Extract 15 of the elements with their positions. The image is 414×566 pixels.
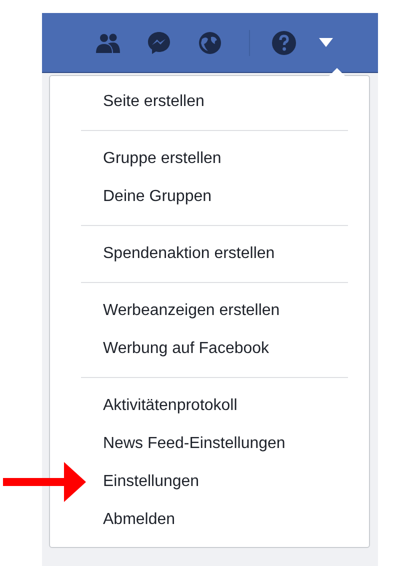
help-icon[interactable] — [272, 30, 296, 54]
menu-item[interactable]: Abmelden — [103, 511, 176, 529]
menu-item[interactable]: Deine Gruppen — [103, 188, 212, 206]
menu-item[interactable]: Aktivitätenprotokoll — [103, 397, 238, 415]
friends-icon[interactable] — [96, 32, 120, 52]
menu-item[interactable]: Spendenaktion erstellen — [103, 245, 275, 263]
menu-item[interactable]: Seite erstellen — [103, 93, 204, 111]
menu-item[interactable]: News Feed-Einstellungen — [103, 435, 286, 453]
caret-icon[interactable] — [319, 38, 333, 47]
menu-item[interactable]: Werbeanzeigen erstellen — [103, 302, 280, 320]
menu-item[interactable]: Gruppe erstellen — [103, 150, 222, 168]
chat-bubble-icon[interactable] — [147, 30, 171, 54]
globe-icon[interactable] — [198, 30, 222, 54]
menu-item[interactable]: Einstellungen — [103, 473, 200, 491]
menu-item[interactable]: Werbung auf Facebook — [103, 340, 270, 358]
